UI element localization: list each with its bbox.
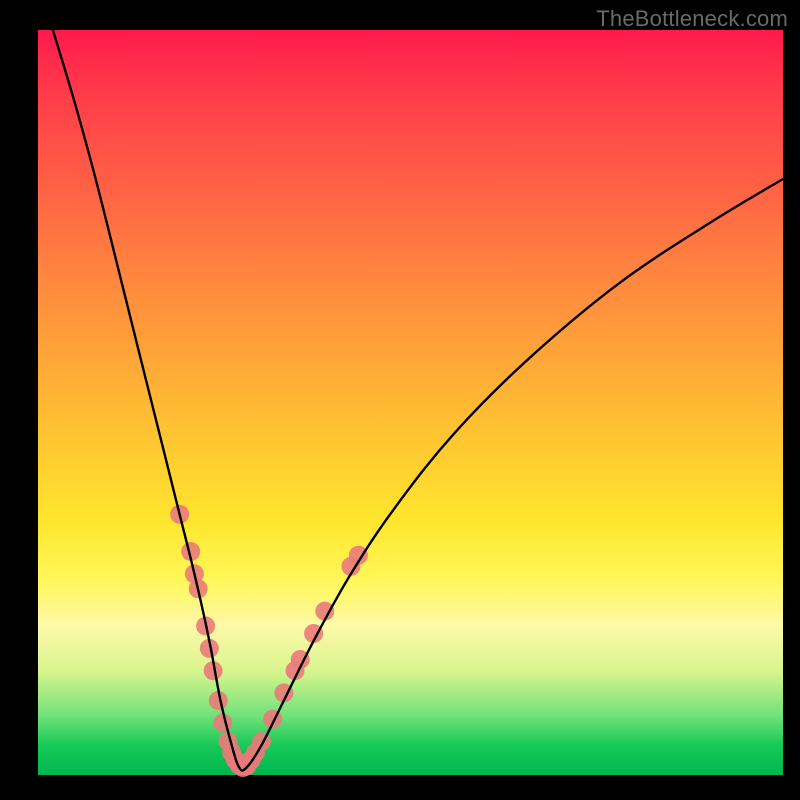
bottleneck-curve (53, 30, 783, 771)
chart-svg (38, 30, 783, 775)
data-marker (213, 713, 232, 732)
chart-frame: TheBottleneck.com (0, 0, 800, 800)
plot-area (38, 30, 783, 775)
watermark-text: TheBottleneck.com (596, 6, 788, 32)
marker-group (170, 505, 368, 777)
